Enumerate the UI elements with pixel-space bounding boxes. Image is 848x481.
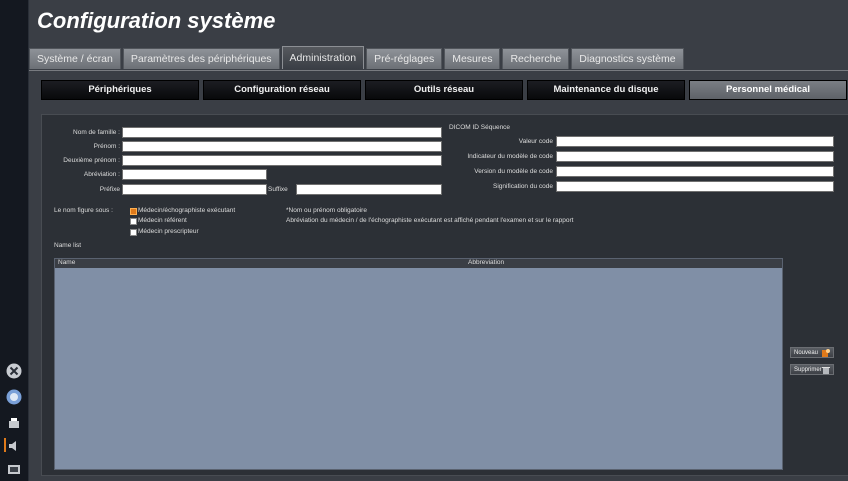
prefix-input[interactable] <box>122 184 267 195</box>
appears-as-label: Le nom figure sous : <box>54 207 113 214</box>
prescribing-physician-label: Médecin prescripteur <box>138 228 199 235</box>
tab-search[interactable]: Recherche <box>502 48 570 69</box>
tab-presets[interactable]: Pré-réglages <box>366 48 443 69</box>
referring-physician-label: Médecin référent <box>138 217 187 224</box>
code-value-input[interactable] <box>556 136 834 147</box>
speaker-icon[interactable] <box>6 438 22 454</box>
tab-administration[interactable]: Administration <box>281 46 365 69</box>
monitor-icon[interactable] <box>6 462 22 478</box>
delete-button-label: Supprimer <box>794 367 822 373</box>
middle-name-input[interactable] <box>122 155 442 166</box>
subtab-peripherals[interactable]: Périphériques <box>41 80 199 100</box>
sub-tabs: Périphériques Configuration réseau Outil… <box>41 80 847 100</box>
page-title: Configuration système <box>37 8 276 33</box>
delete-button[interactable]: Supprimer <box>790 364 834 375</box>
middle-name-label: Deuxième prénom : <box>63 157 120 164</box>
abbreviation-input[interactable] <box>122 169 267 180</box>
scheme-version-input[interactable] <box>556 166 834 177</box>
coding-scheme-label: Indicateur du modèle de code <box>467 153 553 160</box>
main-window: Configuration système Système / écran Pa… <box>29 0 848 481</box>
tab-system-diagnostics[interactable]: Diagnostics système <box>571 48 684 69</box>
scheme-version-label: Version du modèle de code <box>474 168 553 175</box>
abbreviation-label: Abréviation : <box>83 171 120 178</box>
referring-physician-checkbox[interactable] <box>130 218 137 225</box>
coding-scheme-input[interactable] <box>556 151 834 162</box>
medical-staff-panel: Nom de famille : Prénom : Deuxième préno… <box>41 114 848 476</box>
subtab-network-tools[interactable]: Outils réseau <box>365 80 523 100</box>
new-button[interactable]: Nouveau <box>790 347 834 358</box>
tab-divider <box>29 70 848 71</box>
last-name-input[interactable] <box>122 127 442 138</box>
name-list-title: Name list <box>54 242 82 249</box>
new-button-label: Nouveau <box>794 350 819 356</box>
code-meaning-input[interactable] <box>556 181 834 192</box>
required-note: *Nom ou prénom obligatoire <box>286 207 367 214</box>
dicom-section-label: DICOM ID Séquence <box>449 124 511 131</box>
suffix-input[interactable] <box>296 184 442 195</box>
suffix-label: Suffixe <box>268 186 288 193</box>
globe-icon[interactable] <box>6 389 22 405</box>
prescribing-physician-checkbox[interactable] <box>130 229 137 236</box>
main-tabs: Système / écran Paramètres des périphéri… <box>29 46 686 70</box>
tab-measurements[interactable]: Mesures <box>444 48 501 69</box>
printer-icon[interactable] <box>6 416 22 432</box>
subtab-disk-maintenance[interactable]: Maintenance du disque <box>527 80 685 100</box>
name-list-table[interactable] <box>54 258 783 470</box>
code-value-label: Valeur code <box>518 138 553 145</box>
new-user-icon <box>822 349 830 357</box>
tab-peripheral-settings[interactable]: Paramètres des périphériques <box>122 48 280 69</box>
column-header-abbreviation[interactable]: Abbreviation <box>468 259 504 266</box>
first-name-label: Prénom : <box>93 143 120 150</box>
performing-physician-label: Médecin/échographiste exécutant <box>138 207 236 214</box>
subtab-medical-staff[interactable]: Personnel médical <box>689 80 847 100</box>
name-list-header <box>55 259 782 268</box>
first-name-input[interactable] <box>122 141 442 152</box>
last-name-label: Nom de famille : <box>73 129 120 136</box>
abbreviation-note: Abréviation du médecin / de l'échographi… <box>286 217 574 224</box>
left-rail <box>0 0 29 481</box>
prefix-label: Préfixe <box>99 186 120 193</box>
close-circle-icon[interactable] <box>6 363 22 379</box>
subtab-network-config[interactable]: Configuration réseau <box>203 80 361 100</box>
performing-physician-checkbox[interactable] <box>130 208 137 215</box>
tab-system-screen[interactable]: Système / écran <box>29 48 121 69</box>
volume-indicator <box>4 438 6 452</box>
delete-icon <box>822 367 830 374</box>
column-header-name[interactable]: Name <box>58 259 75 266</box>
code-meaning-label: Signification du code <box>493 183 553 190</box>
